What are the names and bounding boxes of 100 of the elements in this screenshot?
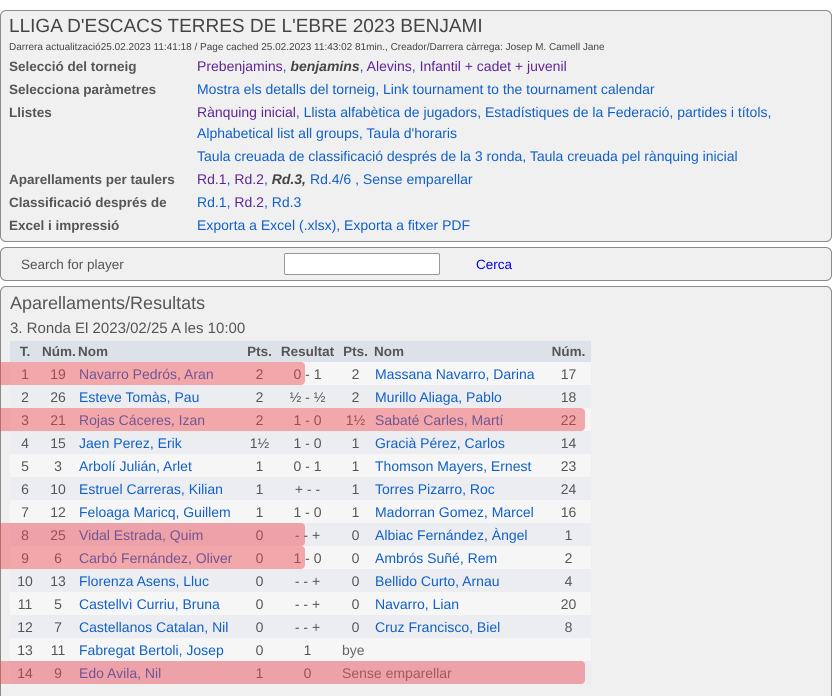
board-cell-text: 8	[20, 526, 30, 542]
column-header: Resultat	[280, 344, 336, 359]
nav-link[interactable]: Mostra els detalls del torneig	[197, 81, 376, 97]
board-cell-text: 6	[20, 480, 30, 496]
separator: ,	[767, 104, 772, 120]
player-link[interactable]: Murillo Aliaga, Pablo	[372, 388, 546, 404]
result-cell-text: + - -	[294, 480, 322, 496]
points-cell-text: 0	[350, 526, 360, 542]
number-cell-text: 14	[560, 434, 578, 450]
player-link[interactable]: Feloaga Maricq, Guillem	[76, 504, 243, 520]
search-link[interactable]: Cerca	[476, 256, 512, 272]
nav-link[interactable]: Rd.2	[234, 171, 264, 187]
player-link[interactable]: Jaen Perez, Erik	[76, 434, 243, 450]
nav-link[interactable]: Alphabetical list all groups	[197, 125, 359, 141]
result-cell-text: - - +	[294, 572, 322, 588]
update-info: Darrera actualització25.02.2023 11:41:18 / Page cached 25.02.2023 11:43:02 81min., Creador/Darrera càrrega: Josep M. Camell Jane	[9, 42, 606, 53]
player-link[interactable]: Arbolí Julián, Arlet	[76, 458, 243, 474]
player-link[interactable]: Vidal Estrada, Quim	[76, 526, 243, 542]
separator: ,	[264, 171, 269, 187]
player-link[interactable]: Cruz Francisco, Biel	[372, 618, 546, 634]
player-link[interactable]: Navarro, Lian	[372, 596, 546, 612]
column-header: Pts.	[342, 344, 369, 359]
column-header: Nom	[373, 344, 405, 359]
nav-link[interactable]: Rd.1	[197, 194, 227, 210]
player-link[interactable]: Bellido Curto, Arnau	[372, 572, 546, 588]
nav-link[interactable]: Alevins	[366, 58, 412, 74]
nav-link[interactable]: Exporta a Excel (.xlsx)	[197, 217, 336, 233]
nav-link[interactable]: Rd.3,	[272, 171, 306, 187]
number-cell-text: 12	[49, 504, 67, 520]
player-link[interactable]: Castellanos Catalan, Nil	[76, 618, 243, 634]
board-cell-text: 12	[16, 618, 34, 634]
player-link[interactable]: Florenza Asens, Lluc	[76, 572, 243, 588]
nav-link[interactable]: Sense emparellar	[362, 171, 473, 187]
points-cell-text: 1½	[344, 412, 366, 428]
row-label: Selecciona paràmetres	[9, 81, 158, 99]
player-link[interactable]: Carbó Fernández, Oliver	[76, 550, 243, 566]
column-header: Nom	[77, 344, 109, 359]
nav-link[interactable]: Link tournament to the tournament calendar	[382, 81, 655, 97]
row-label: Llistes	[9, 104, 53, 122]
player-link[interactable]: Ambrós Suñé, Rem	[372, 550, 546, 566]
player-link[interactable]: Edo Avila, Nil	[76, 664, 243, 680]
player-link[interactable]: Castellvì Curriu, Bruna	[76, 596, 243, 612]
number-cell-text: 8	[564, 618, 574, 634]
points-cell-text: 2	[254, 412, 264, 428]
points-cell-text: 1	[254, 504, 264, 520]
nav-link[interactable]: benjamins	[290, 58, 360, 74]
points-cell-text: 0	[254, 572, 264, 588]
nav-link[interactable]: Estadístiques de la Federació, partides i títols	[484, 104, 768, 120]
number-cell-text: 20	[560, 596, 578, 612]
separator: ,	[477, 104, 482, 120]
column-header: T.	[18, 344, 32, 359]
points-cell-text: 0	[254, 642, 264, 658]
nav-link[interactable]: Taula d'horaris	[366, 125, 458, 141]
separator: ,	[226, 171, 232, 187]
points-cell-text: 0	[254, 550, 264, 566]
nav-link[interactable]: Rd.1	[197, 171, 227, 187]
nav-link[interactable]: Taula creuada de classificació després de la 3 ronda	[197, 148, 522, 164]
player-link[interactable]: Sabaté Carles, Martí	[372, 412, 546, 428]
number-cell-text: 5	[53, 596, 63, 612]
nav-link[interactable]: Prebenjamins	[197, 58, 283, 74]
nav-link[interactable]: Rd.2	[234, 194, 264, 210]
player-link[interactable]: Torres Pizarro, Roc	[372, 480, 546, 496]
nav-link[interactable]: Exporta a fitxer PDF	[344, 217, 470, 233]
player-link[interactable]: Rojas Cáceres, Izan	[76, 412, 243, 428]
board-cell-text: 10	[16, 572, 34, 588]
row-label: Aparellaments per taulers	[9, 171, 176, 189]
separator: ,	[358, 125, 364, 141]
search-field[interactable]	[284, 253, 440, 275]
nav-link[interactable]: Taula creuada pel rànquing inicial	[530, 148, 738, 164]
player-link[interactable]: Fabregat Bertoli, Josep	[76, 642, 243, 658]
points-cell-text: 0	[254, 526, 264, 542]
nav-link[interactable]: Rd.4/6	[310, 171, 352, 187]
separator: ,	[354, 171, 360, 187]
nav-link[interactable]: Rd.3	[272, 194, 302, 210]
result-cell-text: 0 - 1	[292, 366, 322, 382]
separator: ,	[296, 104, 301, 120]
player-link[interactable]: Gracià Pérez, Carlos	[372, 434, 546, 450]
nav-link[interactable]: Infantil + cadet + juvenil	[420, 58, 567, 74]
column-header: Núm.	[41, 344, 76, 359]
points-cell-text: 2	[254, 366, 264, 382]
nav-link[interactable]: Rànquing inicial	[197, 104, 296, 120]
number-cell-text: 2	[564, 550, 574, 566]
board-cell-text: 14	[16, 664, 34, 680]
player-link[interactable]: Estruel Carreras, Kilian	[76, 480, 243, 496]
player-link[interactable]: Navarro Pedrós, Aran	[76, 366, 243, 382]
player-link[interactable]: Thomson Mayers, Ernest	[372, 458, 546, 474]
number-cell-text: 25	[49, 526, 67, 542]
number-cell-text: 18	[560, 388, 578, 404]
points-cell-text: 1	[350, 434, 360, 450]
nav-link[interactable]: Llista alfabètica de jugadors	[304, 104, 478, 120]
number-cell-text: 16	[560, 504, 578, 520]
column-header: Pts.	[246, 344, 273, 359]
player-link[interactable]: Massana Navarro, Darina	[372, 366, 546, 382]
number-cell-text: 13	[49, 572, 67, 588]
separator: ,	[282, 58, 288, 74]
player-link[interactable]: Esteve Tomàs, Pau	[76, 388, 243, 404]
result-cell-text: ½ - ½	[288, 388, 326, 404]
number-cell-text: 1	[564, 526, 574, 542]
player-link[interactable]: Madorran Gomez, Marcel	[372, 504, 546, 520]
player-link[interactable]: Albiac Fernández, Àngel	[372, 526, 546, 542]
